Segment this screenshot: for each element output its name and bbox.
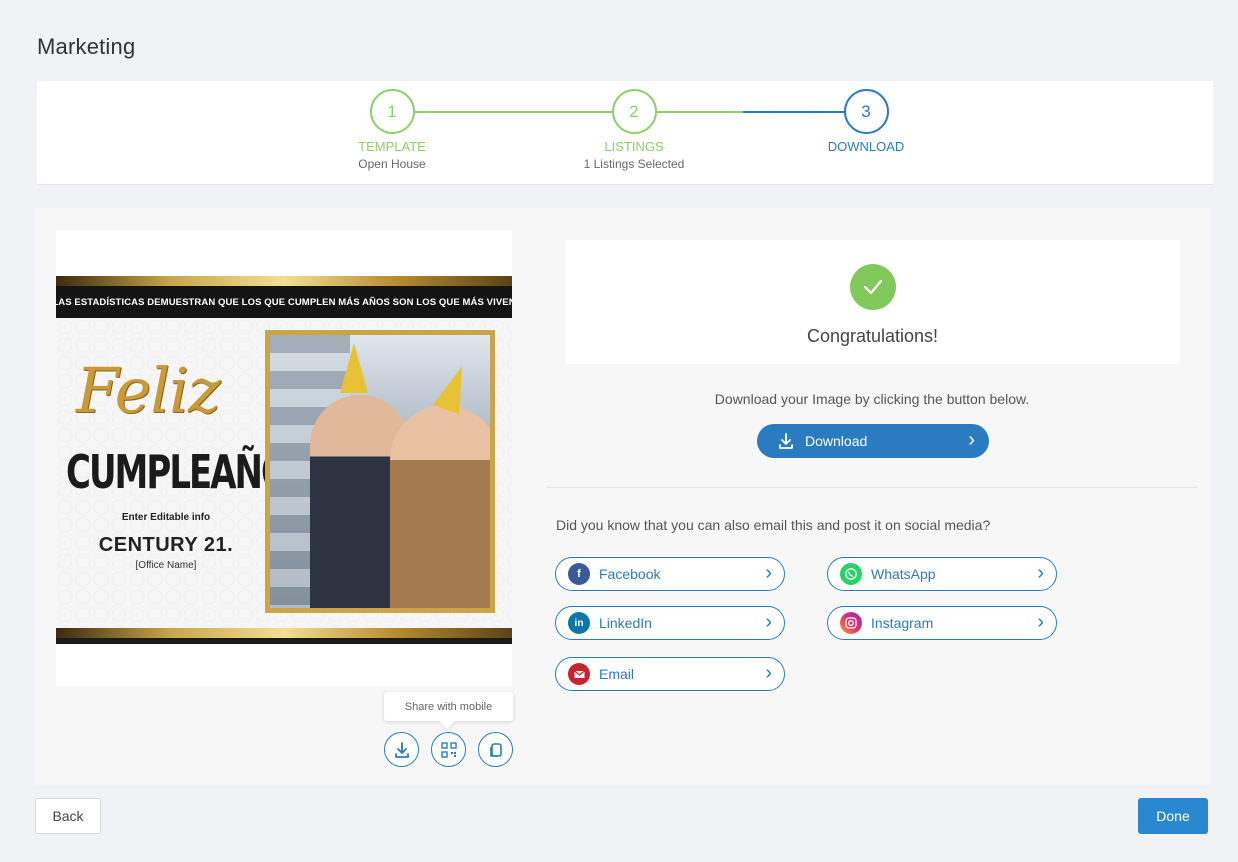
download-panel: LAS ESTADÍSTICAS DEMUESTRAN QUE LOS QUE … (35, 208, 1211, 785)
back-button[interactable]: Back (35, 798, 101, 834)
image-preview: LAS ESTADÍSTICAS DEMUESTRAN QUE LOS QUE … (56, 230, 512, 686)
flyer-office-name: [Office Name] (135, 560, 197, 571)
social-button-label: Facebook (599, 566, 661, 582)
step-template[interactable]: 1 TEMPLATE Open House (302, 89, 482, 171)
share-mobile-button[interactable] (431, 732, 466, 767)
copy-button[interactable] (478, 732, 513, 767)
step-number: 2 (611, 89, 657, 134)
social-button-label: Email (599, 666, 635, 682)
flyer-banner: LAS ESTADÍSTICAS DEMUESTRAN QUE LOS QUE … (56, 286, 512, 318)
email-icon (568, 663, 590, 685)
instagram-share-button[interactable]: Instagram › (827, 606, 1057, 640)
chevron-right-icon: › (1037, 562, 1044, 584)
done-button[interactable]: Done (1138, 798, 1208, 834)
whatsapp-share-button[interactable]: WhatsApp › (827, 557, 1057, 591)
step-subtitle: Open House (358, 157, 426, 171)
linkedin-share-button[interactable]: in LinkedIn › (555, 606, 785, 640)
flyer-editable-info: Enter Editable info (121, 512, 211, 523)
step-number: 3 (843, 89, 889, 134)
flyer-gold-bar (56, 276, 512, 286)
facebook-share-button[interactable]: f Facebook › (555, 557, 785, 591)
check-icon (850, 264, 896, 310)
step-title: LISTINGS (604, 139, 664, 154)
flyer-feliz: Feliz (76, 354, 221, 427)
success-box: Congratulations! (565, 240, 1180, 364)
flyer-gold-bar-bottom (56, 628, 512, 644)
download-instruction: Download your Image by clicking the butt… (714, 391, 1030, 407)
qr-code-icon (440, 741, 457, 758)
step-listings[interactable]: 2 LISTINGS 1 Listings Selected (544, 89, 724, 171)
divider (547, 487, 1197, 488)
success-heading: Congratulations! (806, 326, 939, 346)
flyer-brand: CENTURY 21. (98, 534, 234, 556)
copy-icon (489, 742, 502, 757)
instagram-icon (840, 612, 862, 634)
step-title: DOWNLOAD (827, 139, 905, 154)
step-number: 1 (369, 89, 415, 134)
step-subtitle: 1 Listings Selected (583, 157, 685, 171)
chevron-right-icon: › (765, 562, 772, 584)
social-button-label: WhatsApp (871, 566, 936, 582)
social-button-label: LinkedIn (599, 615, 652, 631)
chevron-right-icon: › (765, 662, 772, 684)
email-share-button[interactable]: Email › (555, 657, 785, 691)
share-mobile-tooltip: Share with mobile (384, 692, 513, 721)
facebook-icon: f (568, 563, 590, 585)
social-prompt: Did you know that you can also email thi… (556, 517, 991, 533)
social-button-label: Instagram (871, 615, 934, 631)
wizard-stepper: 1 TEMPLATE Open House 2 LISTINGS 1 Listi… (37, 81, 1213, 185)
page-title: Marketing (37, 34, 136, 59)
chevron-right-icon: › (968, 429, 975, 451)
flyer-photo (265, 330, 495, 613)
flyer-cumpleanos: CUMPLEAÑOS (66, 446, 312, 500)
step-download[interactable]: 3 DOWNLOAD (776, 89, 956, 154)
chevron-right-icon: › (1037, 611, 1044, 633)
chevron-right-icon: › (765, 611, 772, 633)
step-title: TEMPLATE (358, 139, 426, 154)
linkedin-icon: in (568, 612, 590, 634)
download-button-label: Download (805, 433, 868, 449)
whatsapp-icon (840, 563, 862, 585)
download-button[interactable]: Download › (757, 424, 989, 458)
flyer-image: LAS ESTADÍSTICAS DEMUESTRAN QUE LOS QUE … (56, 276, 512, 644)
download-image-button[interactable] (384, 732, 419, 767)
download-icon (779, 433, 793, 449)
download-icon (394, 741, 409, 758)
